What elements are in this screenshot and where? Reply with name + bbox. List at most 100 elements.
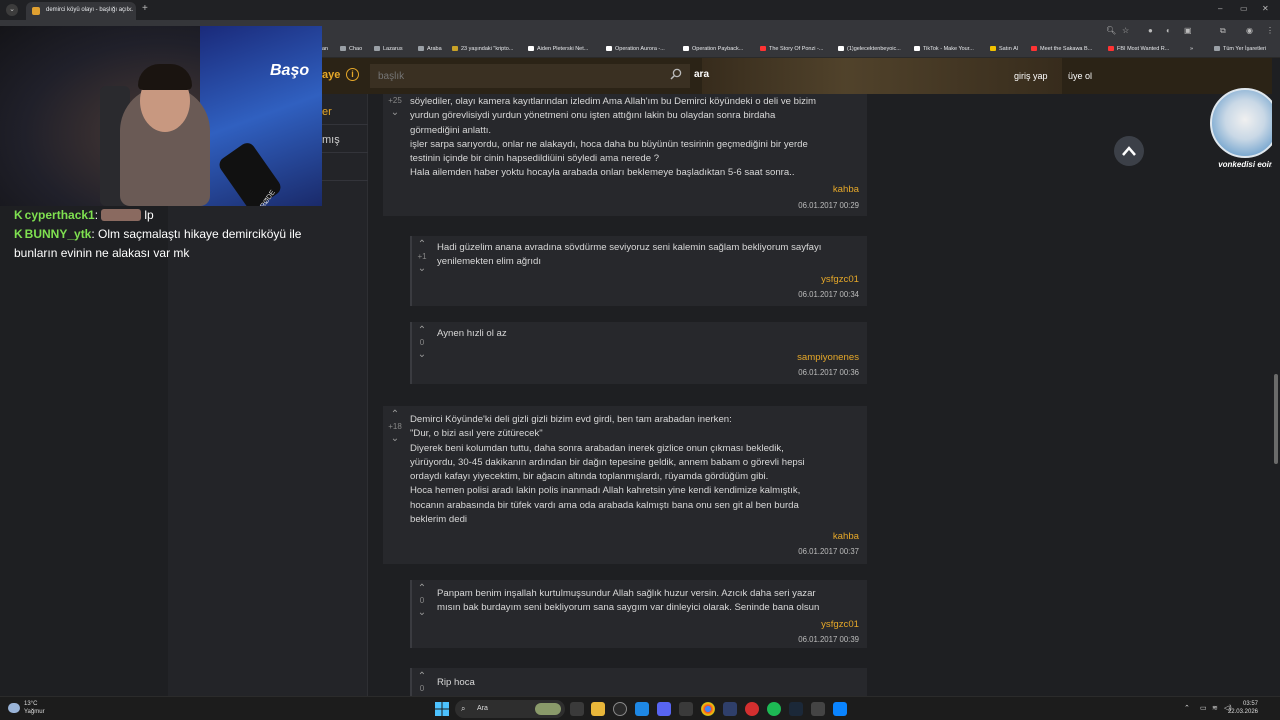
upvote-icon[interactable]: ⌃ [412, 672, 432, 682]
bookmark-item[interactable]: Operation Aurora -... [606, 46, 665, 52]
entry-date[interactable]: 06.01.2017 00:37 [683, 547, 859, 556]
discord-icon[interactable] [657, 702, 671, 716]
chat-username: cyperthack1 [24, 208, 95, 222]
tab-close-icon[interactable]: × [127, 5, 132, 14]
downvote-icon[interactable]: ⌄ [412, 264, 432, 274]
browser-menu-icon[interactable]: ⋮ [1266, 26, 1274, 35]
app-icon[interactable] [613, 702, 627, 716]
zoom-icon[interactable]: 🔍︎ [1106, 26, 1116, 35]
bookmark-folder[interactable]: Araba [418, 46, 442, 52]
chrome-icon[interactable] [701, 702, 715, 716]
vote-control: ⌃ 0 [412, 672, 432, 696]
extension-icon[interactable]: ● [1148, 26, 1153, 35]
app-icon[interactable] [833, 702, 847, 716]
tab-title: demirci köyü olayı - başlığı açıl... [46, 7, 134, 13]
file-explorer-icon[interactable] [591, 702, 605, 716]
search-icon[interactable] [670, 68, 682, 80]
bookmark-item[interactable]: The Story Of Ponzi -... [760, 46, 823, 52]
vote-control: ⌃ 0 ⌄ [412, 584, 432, 618]
obs-icon[interactable] [745, 702, 759, 716]
windows-start-icon[interactable] [435, 702, 449, 716]
browser-tab-active[interactable]: demirci köyü olayı - başlığı açıl... × [26, 2, 136, 20]
tab-search-button[interactable]: ⌄ [6, 4, 18, 16]
cat-avatar-overlay [1210, 88, 1280, 158]
weather-widget[interactable]: 13°C Yağmur [24, 700, 45, 716]
vote-count: +18 [388, 422, 402, 431]
entry-author[interactable]: ysfgzc01 [682, 619, 859, 630]
entry-author[interactable]: ysfgzc01 [682, 274, 859, 285]
close-window-button[interactable]: ✕ [1262, 4, 1269, 13]
chat-username: BUNNY_ytk [24, 227, 92, 241]
weather-cloud-icon[interactable] [8, 703, 20, 713]
network-icon[interactable]: ▭ [1200, 704, 1207, 712]
login-link[interactable]: giriş yap [1014, 71, 1048, 81]
steam-icon[interactable] [789, 702, 803, 716]
entry-author[interactable]: sampiyonenes [682, 352, 859, 363]
sidebar-item[interactable]: er [322, 106, 332, 118]
vote-count: +25 [388, 96, 402, 105]
upvote-icon[interactable]: ⌃ [412, 584, 432, 594]
search-input[interactable] [370, 64, 690, 88]
browser-tab-strip: ⌄ demirci köyü olayı - başlığı açıl... ×… [0, 0, 1280, 20]
bookmark-star-icon[interactable]: ☆ [1122, 26, 1129, 35]
app-icon[interactable] [811, 702, 825, 716]
vote-count: 0 [419, 338, 425, 347]
search-button[interactable]: ara [694, 69, 709, 80]
chat-text: lp [144, 208, 154, 222]
bookmark-item[interactable]: TikTok - Make Your... [914, 46, 974, 52]
extension-icon-2[interactable]: ◐ [1166, 26, 1171, 35]
wifi-icon[interactable]: ≋ [1212, 704, 1218, 712]
entry-date[interactable]: 06.01.2017 00:34 [682, 290, 859, 299]
bookmarks-overflow-icon[interactable]: » [1190, 46, 1193, 52]
downvote-icon[interactable]: ⌄ [385, 434, 405, 444]
entry-date[interactable]: 06.01.2017 00:29 [683, 201, 859, 210]
scrollbar-thumb[interactable] [1274, 374, 1278, 464]
upvote-icon[interactable]: ⌃ [412, 326, 432, 336]
kick-badge-icon: K [14, 227, 23, 241]
maximize-button[interactable]: ▭ [1240, 4, 1248, 13]
bookmark-item[interactable]: 23 yaşındaki "kripto... [452, 46, 513, 52]
taskbar-search-box[interactable]: ⌕ Ara [455, 700, 565, 718]
bookmark-item[interactable]: Aiden Pleterski Net... [528, 46, 588, 52]
bookmark-item[interactable]: an [322, 46, 328, 52]
bookmark-folder[interactable]: Chao [340, 46, 362, 52]
scroll-to-top-button[interactable] [1114, 136, 1144, 166]
vote-control: ⌃ +1 ⌄ [412, 240, 432, 274]
site-logo[interactable]: aye [322, 69, 340, 81]
task-view-icon[interactable] [570, 702, 584, 716]
bookmark-item[interactable]: FBI Most Wanted R... [1108, 46, 1169, 52]
downvote-icon[interactable]: ⌄ [412, 350, 432, 360]
extension-icon-3[interactable]: ▣ [1184, 26, 1192, 35]
entry-text: Aynen hızli ol az [437, 328, 507, 339]
entry-date[interactable]: 06.01.2017 00:39 [682, 635, 859, 644]
chevron-up-icon [1122, 146, 1136, 156]
bookmark-item[interactable]: Operation Payback... [683, 46, 743, 52]
info-icon[interactable]: i [346, 68, 359, 81]
downvote-icon[interactable]: ⌄ [385, 108, 405, 118]
minimize-button[interactable]: – [1218, 4, 1222, 13]
bookmark-item[interactable]: Satın Al [990, 46, 1018, 52]
app-icon[interactable] [723, 702, 737, 716]
streamer-logo: Başo [270, 62, 310, 79]
app-icon[interactable] [635, 702, 649, 716]
page-scrollbar[interactable] [1272, 58, 1280, 696]
entry-date[interactable]: 06.01.2017 00:36 [682, 368, 859, 377]
profile-icon[interactable]: ◉ [1246, 26, 1253, 35]
register-link[interactable]: üye ol [1068, 71, 1092, 81]
tray-overflow-icon[interactable]: ⌃ [1184, 704, 1190, 712]
extensions-puzzle-icon[interactable]: ⧉ [1220, 26, 1226, 36]
upvote-icon[interactable]: ⌃ [412, 240, 432, 250]
all-bookmarks-folder[interactable]: Tüm Yer İşaretleri [1214, 46, 1266, 52]
new-tab-button[interactable]: + [142, 3, 148, 14]
bookmark-item[interactable]: Meet the Sakawa B... [1031, 46, 1092, 52]
bookmark-item[interactable]: (1)gelecektenbeyoic... [838, 46, 901, 52]
entry-author[interactable]: kahba [683, 531, 859, 542]
app-icon[interactable] [679, 702, 693, 716]
bookmark-folder[interactable]: Lazarus [374, 46, 403, 52]
entry-author[interactable]: kahba [683, 184, 859, 195]
upvote-icon[interactable]: ⌃ [385, 410, 405, 420]
taskbar-clock[interactable]: 03:57 22.03.2026 [1224, 700, 1258, 716]
sidebar-item[interactable]: mış [322, 134, 340, 146]
downvote-icon[interactable]: ⌄ [412, 608, 432, 618]
spotify-icon[interactable] [767, 702, 781, 716]
